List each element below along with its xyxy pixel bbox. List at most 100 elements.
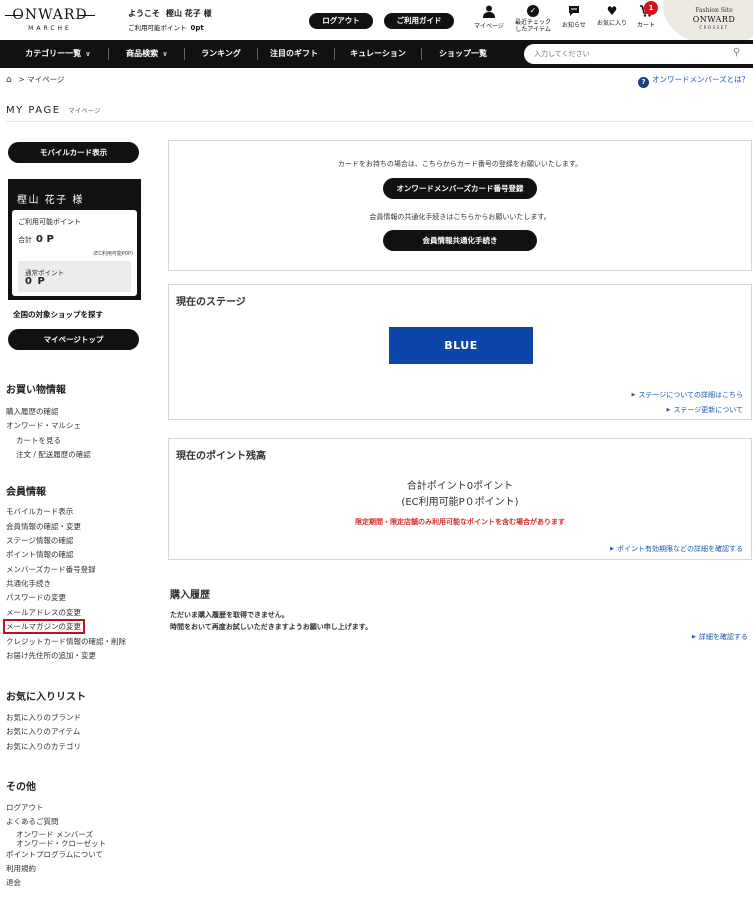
breadcrumb-separator: > — [18, 75, 25, 84]
member-card: 樫山 花子 様 ご利用可能ポイント 合計 0 P (EC利用可能P0P) 通常ポイ… — [8, 179, 141, 300]
nav-divider — [257, 48, 258, 60]
title-divider — [6, 121, 753, 122]
sidebar-link-stage[interactable]: ステージ情報の確認 — [6, 535, 73, 546]
onward-marche-logo[interactable]: ONWARD MARCHE — [5, 7, 95, 35]
triangle-right-icon: ▶ — [610, 546, 614, 552]
triangle-right-icon: ▶ — [692, 634, 696, 640]
search-icon[interactable]: ⚲ — [733, 47, 740, 58]
mypage-link[interactable]: マイページ — [469, 5, 509, 30]
sidebar-link-card-register[interactable]: メンバーズカード番号登録 — [6, 564, 96, 575]
unify-text: 会員情報の共通化手続きはこちらからお願いいたします。 — [369, 213, 551, 221]
fashion-site-logo[interactable]: ONWARD — [686, 15, 742, 24]
sidebar-link-password[interactable]: パスワードの変更 — [6, 592, 66, 603]
site-header: ONWARD MARCHE ようこそ 樫山 花子 様 ご利用可能ポイント 0pt ロ… — [0, 0, 753, 46]
sidebar-link-logout[interactable]: ログアウト — [6, 802, 44, 813]
find-shop-link[interactable]: 全国の対象ショップを探す — [13, 309, 103, 320]
sidebar-link-newsletter[interactable]: メールマガジンの変更 — [3, 619, 85, 634]
notice-link[interactable]: お知らせ — [554, 5, 594, 29]
members-info-link[interactable]: ? オンワードメンバーズとは？ — [638, 74, 749, 88]
stage-update-link[interactable]: ▶ ステージ更新について — [666, 405, 743, 415]
mobile-card-button[interactable]: モバイルカード表示 — [8, 142, 139, 163]
main-nav: カテゴリー一覧 ∨ 商品検索 ∨ ランキング 注目のギフト キュレーション ショップ… — [0, 40, 753, 68]
nav-gifts[interactable]: 注目のギフト — [262, 40, 326, 68]
sidebar-link-address[interactable]: お届け先住所の追加・変更 — [6, 650, 96, 661]
stage-panel: 現在のステージ BLUE ▶ ステージについての詳細はこちら ▶ ステージ更新につい… — [168, 284, 752, 420]
search-bar: ⚲ — [524, 44, 753, 64]
points-expiry-label: ポイント有効期限などの詳細を確認する — [617, 545, 743, 553]
stage-badge: BLUE — [389, 327, 533, 364]
sidebar-link-fav-item[interactable]: お気に入りのアイテム — [6, 726, 80, 737]
points-panel-title: 現在のポイント残高 — [176, 451, 266, 462]
triangle-right-icon: ▶ — [631, 392, 636, 398]
members-info-label: オンワードメンバーズとは？ — [652, 75, 750, 84]
logo-subtext: MARCHE — [28, 25, 72, 32]
chat-bubble-icon — [554, 5, 594, 20]
breadcrumb-current: マイページ — [27, 75, 65, 84]
chevron-down-icon: ∨ — [85, 50, 91, 58]
card-holder-name: 樫山 花子 様 — [17, 195, 84, 206]
sidebar-link-faq-closet[interactable]: オンワード・クローゼット — [16, 838, 106, 849]
mypage-top-button[interactable]: マイページトップ — [8, 329, 139, 350]
history-details-label: 詳細を確認する — [698, 633, 748, 641]
sidebar-link-fav-brand[interactable]: お気に入りのブランド — [6, 712, 81, 723]
stage-update-label: ステージ更新について — [673, 406, 743, 414]
member-section-title: 会員情報 — [6, 487, 46, 498]
unify-button[interactable]: 会員情報共通化手続き — [383, 230, 537, 251]
sidebar-link-terms[interactable]: 利用規約 — [6, 863, 36, 874]
cart-count-badge: 1 — [644, 1, 658, 15]
nav-categories[interactable]: カテゴリー一覧 ∨ — [8, 40, 108, 68]
sidebar-link-faq[interactable]: よくあるご質問 — [6, 816, 59, 827]
header-points-value: 0pt — [190, 24, 204, 32]
purchase-history-msg-2: 時間をおいて再度お試しいただきますようお願い申し上げます。 — [170, 623, 373, 631]
nav-shops[interactable]: ショップ一覧 — [428, 40, 498, 68]
favorites-section-title: お気に入りリスト — [6, 692, 86, 703]
cart-label: カート — [636, 22, 655, 29]
history-details-link[interactable]: ▶ 詳細を確認する — [692, 632, 748, 642]
sidebar-link-fav-category[interactable]: お気に入りのカテゴリ — [6, 741, 81, 752]
sidebar-link-email[interactable]: メールアドレスの変更 — [6, 607, 81, 618]
question-icon: ? — [638, 77, 649, 88]
breadcrumb: ⌂ > マイページ — [6, 74, 64, 85]
person-icon — [469, 5, 509, 21]
sidebar-link-marche[interactable]: オンワード・マルシェ — [6, 420, 81, 431]
sidebar-link-points[interactable]: ポイント情報の確認 — [6, 549, 74, 560]
sidebar-link-purchase-history[interactable]: 購入履歴の確認 — [6, 406, 59, 417]
page-title-sub: マイページ — [68, 108, 101, 115]
nav-curation[interactable]: キュレーション — [340, 40, 416, 68]
nav-divider — [334, 48, 335, 60]
triangle-right-icon: ▶ — [666, 407, 671, 413]
mypage-label: マイページ — [474, 23, 504, 30]
fashion-site-sub: CROSSET — [699, 25, 729, 30]
logout-button[interactable]: ログアウト — [309, 13, 373, 29]
search-input[interactable] — [534, 47, 724, 61]
recent-items-link[interactable]: ✓ 最近チェック したアイテム — [513, 5, 553, 33]
card-points-panel: ご利用可能ポイント 合計 0 P (EC利用可能P0P) 通常ポイント 0 P — [12, 210, 137, 296]
points-expiry-link[interactable]: ▶ ポイント有効期限などの詳細を確認する — [610, 544, 743, 554]
nav-search[interactable]: 商品検索 ∨ — [112, 40, 182, 68]
other-section-title: その他 — [6, 782, 36, 793]
favorites-label: お気に入り — [596, 20, 627, 27]
recent-label-2: したアイテム — [515, 26, 551, 33]
nav-divider — [184, 48, 185, 60]
sidebar-link-cart[interactable]: カートを見る — [16, 435, 61, 446]
stage-details-link[interactable]: ▶ ステージについての詳細はこちら — [631, 390, 743, 400]
purchase-history-msg-1: ただいま購入履歴を取得できません。 — [170, 611, 289, 619]
guide-button[interactable]: ご利用ガイド — [384, 13, 454, 29]
sidebar-link-orders[interactable]: 注文 / 配送履歴の確認 — [16, 449, 91, 460]
sidebar-link-unify[interactable]: 共通化手続き — [6, 578, 51, 589]
card-registration-panel: カードをお持ちの場合は、こちらからカード番号の登録をお願いいたします。 オンワー… — [168, 140, 752, 271]
welcome-text: ようこそ 樫山 花子 様 — [128, 8, 212, 19]
sidebar-link-credit-card[interactable]: クレジットカード情報の確認・削除 — [6, 636, 126, 647]
total-points-value: 0 P — [36, 234, 54, 245]
home-icon[interactable]: ⌂ — [6, 75, 16, 85]
sidebar-link-member-info[interactable]: 会員情報の確認・変更 — [6, 521, 81, 532]
sidebar-link-withdraw[interactable]: 退会 — [6, 877, 21, 888]
sidebar-link-point-program[interactable]: ポイントプログラムについて — [6, 849, 103, 860]
fashion-site-label: Fashion Site — [695, 7, 733, 14]
card-register-button[interactable]: オンワードメンバーズカード番号登録 — [383, 178, 537, 199]
nav-ranking[interactable]: ランキング — [190, 40, 252, 68]
sidebar-link-mobile-card[interactable]: モバイルカード表示 — [6, 506, 73, 517]
points-panel: 現在のポイント残高 合計ポイント0ポイント (EC利用可能P０ポイント) 限定期… — [168, 438, 752, 560]
ec-points-note: (EC利用可能P0P) — [93, 251, 133, 257]
page-title: MY PAGE マイページ — [6, 105, 101, 116]
